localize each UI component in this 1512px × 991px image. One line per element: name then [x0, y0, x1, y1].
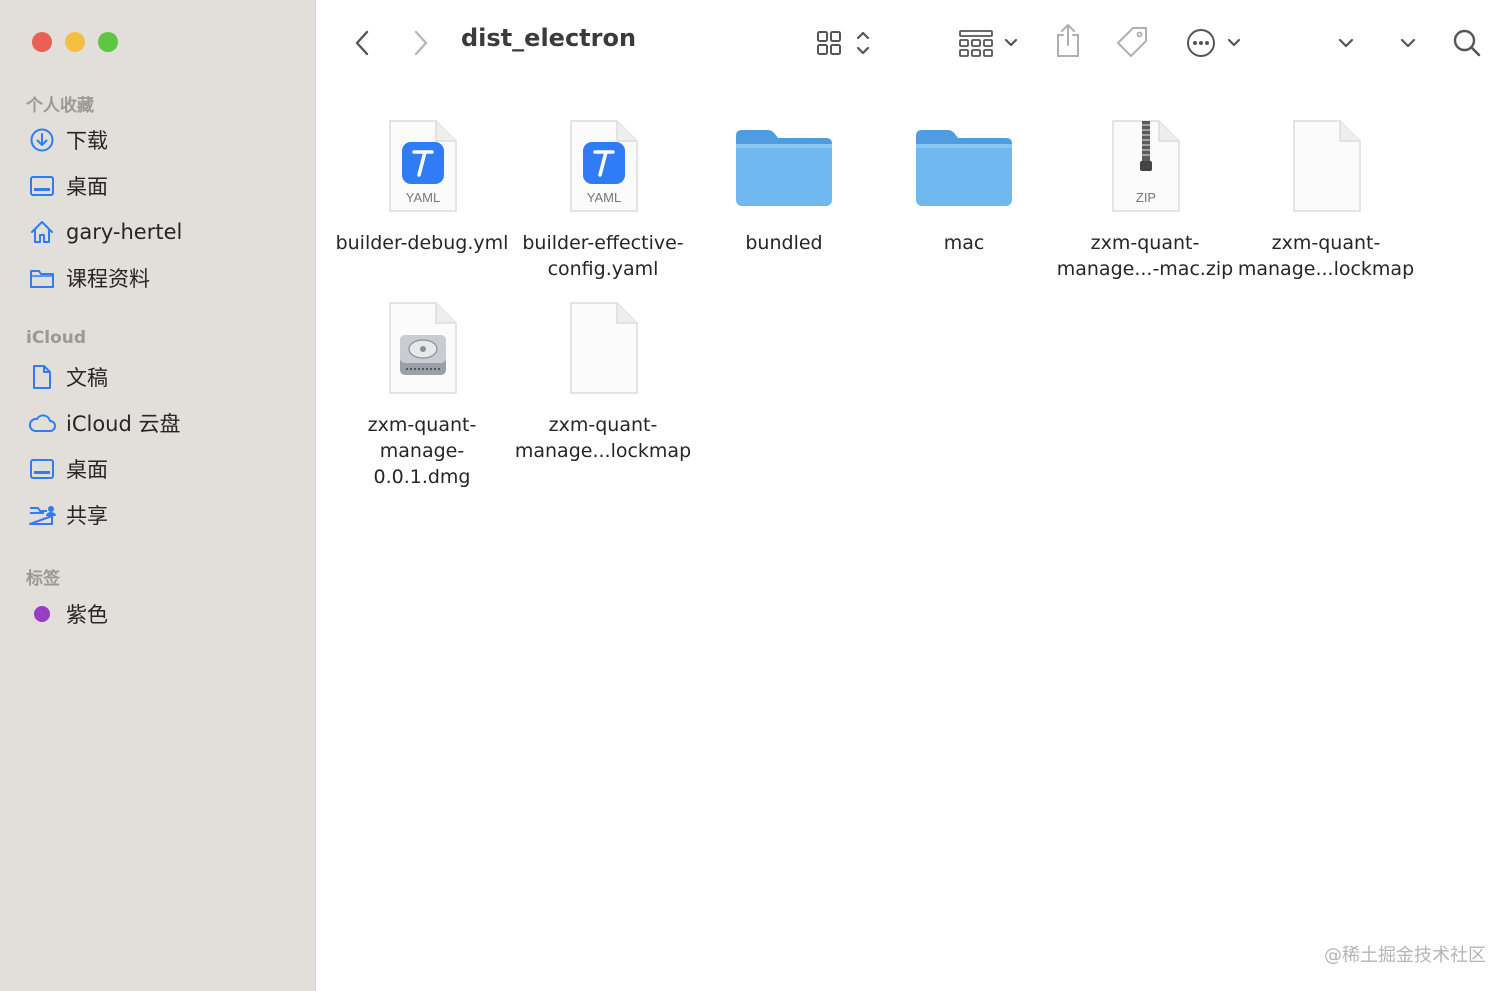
file-name: mac	[943, 232, 985, 254]
forward-button[interactable]	[407, 28, 435, 58]
ellipsis-circle-icon	[1187, 29, 1241, 57]
zoom-window-button[interactable]	[98, 32, 118, 52]
file-badge: YAML	[406, 190, 440, 205]
sidebar-item-label: 共享	[66, 504, 108, 528]
file-name: zxm-quant- manage-0.0.1.dmg	[367, 414, 477, 488]
tag-button[interactable]	[1114, 24, 1150, 60]
file-item-lockmap-1[interactable]: zxm-quant- manage...lockmap	[1236, 112, 1416, 282]
watermark: @稀土掘金技术社区	[1324, 945, 1486, 966]
download-icon	[28, 126, 56, 154]
close-window-button[interactable]	[32, 32, 52, 52]
yaml-file-icon: YAML	[367, 112, 477, 222]
yaml-file-icon: YAML	[548, 112, 658, 222]
sidebar-item-documents[interactable]: 文稿	[28, 359, 108, 395]
file-name: zxm-quant- manage...lockmap	[514, 414, 692, 462]
sidebar-item-desktop[interactable]: 桌面	[28, 168, 108, 204]
back-button[interactable]	[348, 28, 376, 58]
file-name: bundled	[745, 232, 823, 254]
purple-tag-icon	[28, 600, 56, 628]
sidebar-item-shared[interactable]: 共享	[28, 497, 108, 533]
window-title: dist_electron	[461, 24, 637, 52]
desktop-icon	[28, 455, 56, 483]
file-grid: YAML builder-debug.yml YAML builder-effe…	[316, 86, 1512, 991]
file-name: builder-effective- config.yaml	[522, 232, 684, 280]
sidebar-item-label: 桌面	[66, 458, 108, 482]
sidebar-item-label: 桌面	[66, 175, 108, 199]
sidebar-item-tag-purple[interactable]: 紫色	[28, 596, 108, 632]
sidebar-item-home[interactable]: gary-hertel	[28, 214, 182, 250]
folder-item-bundled[interactable]: bundled	[694, 112, 874, 256]
file-badge: ZIP	[1136, 190, 1156, 205]
sidebar: 个人收藏 下载 桌面 gary-hertel 课程资料 iCloud 文稿 iC…	[0, 0, 316, 991]
file-item-dmg[interactable]: zxm-quant- manage-0.0.1.dmg	[332, 294, 512, 490]
sidebar-item-label: iCloud 云盘	[66, 412, 181, 436]
group-icon	[959, 30, 1018, 57]
file-name: zxm-quant- manage...lockmap	[1237, 232, 1415, 280]
sidebar-section-tags: 标签	[26, 569, 60, 589]
cloud-icon	[28, 409, 56, 437]
view-mode-button[interactable]	[814, 26, 876, 60]
file-item-builder-effective-config[interactable]: YAML builder-effective- config.yaml	[513, 112, 693, 282]
sidebar-section-icloud: iCloud	[26, 328, 87, 348]
file-badge: YAML	[587, 190, 621, 205]
chevron-right-icon	[414, 30, 428, 56]
toolbar-overflow-button[interactable]	[1332, 30, 1360, 56]
share-icon	[1057, 24, 1079, 57]
folder-icon	[909, 112, 1019, 222]
sidebar-item-label: 紫色	[66, 603, 108, 627]
chevron-down-icon	[1400, 38, 1416, 48]
share-button[interactable]	[1052, 22, 1084, 60]
toolbar-overflow-button-2[interactable]	[1394, 30, 1422, 56]
blank-file-icon	[548, 294, 658, 404]
minimize-window-button[interactable]	[65, 32, 85, 52]
folder-item-mac[interactable]: mac	[874, 112, 1054, 256]
file-item-builder-debug[interactable]: YAML builder-debug.yml	[332, 112, 512, 256]
sidebar-section-favorites: 个人收藏	[26, 96, 94, 116]
more-actions-button[interactable]	[1184, 26, 1246, 60]
sidebar-item-label: 下载	[66, 129, 108, 153]
disk-image-icon	[367, 294, 477, 404]
sidebar-item-icloud-drive[interactable]: iCloud 云盘	[28, 405, 181, 441]
sidebar-item-downloads[interactable]: 下载	[28, 122, 108, 158]
search-icon	[1453, 29, 1481, 57]
file-item-mac-zip[interactable]: ZIP zxm-quant- manage...-mac.zip	[1055, 112, 1235, 282]
file-name: zxm-quant- manage...-mac.zip	[1056, 232, 1234, 280]
file-item-lockmap-2[interactable]: zxm-quant- manage...lockmap	[513, 294, 693, 464]
sidebar-item-label: 课程资料	[66, 267, 150, 291]
search-button[interactable]	[1450, 26, 1484, 60]
sidebar-item-label: 文稿	[66, 366, 108, 390]
document-icon	[28, 363, 56, 391]
shared-folder-icon	[28, 501, 56, 529]
folder-icon	[729, 112, 839, 222]
desktop-icon	[28, 172, 56, 200]
chevron-left-icon	[355, 30, 369, 56]
sidebar-item-icloud-desktop[interactable]: 桌面	[28, 451, 108, 487]
blank-file-icon	[1271, 112, 1381, 222]
folder-icon	[28, 264, 56, 292]
zip-file-icon: ZIP	[1090, 112, 1200, 222]
sidebar-item-label: gary-hertel	[66, 220, 183, 244]
finder-window: 个人收藏 下载 桌面 gary-hertel 课程资料 iCloud 文稿 iC…	[0, 0, 1512, 991]
tag-icon	[1117, 27, 1147, 57]
icon-grid-view-icon	[817, 31, 870, 55]
file-name: builder-debug.yml	[335, 232, 509, 254]
home-icon	[28, 218, 56, 246]
group-by-button[interactable]	[956, 26, 1022, 60]
sidebar-item-course-materials[interactable]: 课程资料	[28, 260, 150, 296]
chevron-down-icon	[1338, 38, 1354, 48]
